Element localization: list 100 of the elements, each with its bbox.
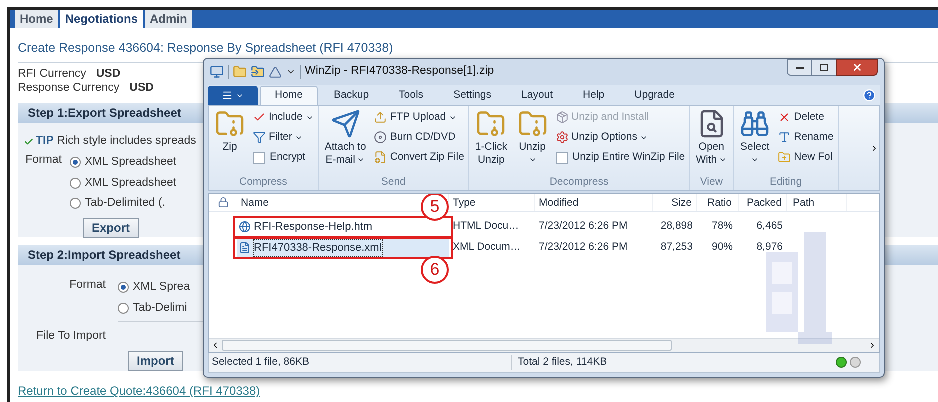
ribbon-tab[interactable]: Layout — [508, 86, 568, 105]
field-label: Response Currency — [18, 81, 120, 95]
table-cell-text: 7/23/2012 6:26 PM — [538, 219, 629, 234]
file-name-cell[interactable]: RFI-Response-Help.htm — [237, 218, 449, 236]
close-button[interactable] — [836, 59, 878, 76]
radio-button[interactable] — [70, 198, 81, 209]
ribbon-button[interactable]: Delete — [778, 109, 834, 126]
ribbon-button[interactable]: New Fol — [778, 149, 834, 166]
column-header[interactable]: Size — [672, 197, 692, 209]
ribbon-tab[interactable]: Tools — [385, 86, 438, 105]
group-label: View — [699, 175, 724, 190]
status-light-icon — [836, 357, 847, 368]
scroll-thumb[interactable] — [222, 340, 672, 351]
group-label: Send — [380, 175, 407, 190]
ribbon-button[interactable]: Convert Zip File — [374, 149, 464, 166]
annotation-number: 5 — [421, 194, 449, 221]
field-label: Format — [68, 278, 107, 293]
table-cell-text: 6,465 — [756, 219, 784, 234]
app-menu-button[interactable] — [208, 86, 258, 105]
radio-label: XML Spreadsheet — [85, 176, 177, 190]
field-label: RFI Currency — [18, 67, 86, 81]
delete-icon — [778, 111, 792, 124]
monitor-icon[interactable] — [210, 65, 224, 79]
document-icon — [239, 242, 251, 254]
radio-label: XML Sprea — [133, 280, 190, 295]
ribbon-button[interactable]: Unzip Options — [556, 129, 686, 146]
return-link[interactable]: Return to Create Quote:436604 (RFI 470338) — [18, 384, 260, 398]
column-header[interactable]: Path — [793, 197, 815, 209]
radio-button[interactable] — [70, 157, 81, 168]
nav-tab[interactable]: Admin — [145, 10, 192, 28]
window-title: WinZip - RFI470338-Response[1].zip — [305, 64, 494, 80]
maximize-button[interactable] — [812, 59, 836, 76]
globe-icon — [239, 221, 251, 233]
column-header[interactable]: Ratio — [707, 197, 732, 209]
nav-tab[interactable]: Home — [15, 10, 58, 28]
checkbox-label: Unzip Entire WinZip File — [572, 150, 686, 165]
ribbon-button[interactable]: Include — [253, 109, 314, 126]
checkbox[interactable] — [253, 152, 265, 164]
annotation-number: 6 — [421, 256, 449, 284]
disc-icon — [374, 131, 388, 144]
scroll-left-icon[interactable] — [211, 341, 220, 350]
ribbon-button[interactable]: Filter — [253, 129, 314, 146]
nav-tab[interactable]: Negotiations — [60, 10, 144, 28]
export-button[interactable]: Export — [83, 218, 140, 238]
horizontal-scrollbar[interactable] — [209, 338, 879, 352]
status-text: Total 2 files, 114KB — [517, 354, 608, 370]
group-label: Compress — [238, 175, 288, 190]
minimize-button[interactable] — [787, 59, 812, 76]
triangle-icon[interactable] — [269, 66, 282, 78]
ribbon-button[interactable]: Burn CD/DVD — [374, 129, 464, 146]
field-label: Format — [24, 153, 63, 168]
page-title: Create Response 436604: Response By Spreadsheet (RFI 470338) — [18, 41, 394, 55]
column-header[interactable]: Packed — [746, 197, 782, 209]
folder-plus-icon — [778, 151, 792, 164]
paper-plane-icon — [330, 109, 361, 139]
import-button[interactable]: Import — [128, 350, 184, 371]
ribbon-tab[interactable]: Help — [569, 86, 619, 105]
radio-label: Tab-Delimi — [133, 301, 188, 316]
ribbon-button[interactable]: Rename — [778, 129, 834, 146]
help-icon[interactable] — [863, 89, 876, 102]
status-text: Selected 1 file, 86KB — [209, 354, 512, 370]
tip-text: TIP Rich style includes spreads — [36, 134, 196, 149]
table-cell-text: 28,898 — [660, 219, 694, 234]
checkbox-label: Encrypt — [270, 150, 306, 165]
folder-archive-icon — [215, 109, 245, 139]
file-gear-icon — [374, 151, 388, 164]
file-name-cell[interactable]: RFI470338-Response.xml — [237, 239, 449, 257]
scroll-right-icon[interactable] — [870, 144, 879, 152]
field-label: File To Import — [36, 328, 107, 344]
upload-icon — [374, 111, 388, 124]
column-header[interactable]: Type — [453, 197, 476, 209]
ribbon-tab[interactable]: Settings — [440, 86, 506, 105]
radio-button[interactable] — [70, 178, 81, 189]
radio-button[interactable] — [118, 282, 129, 294]
ribbon-tab[interactable]: Home — [260, 86, 318, 105]
check-icon — [24, 136, 34, 147]
folder-arrow-icon[interactable] — [251, 65, 265, 79]
column-header[interactable]: Modified — [539, 197, 579, 209]
scroll-right-icon[interactable] — [868, 341, 877, 350]
field-value: USD — [130, 81, 154, 95]
group-label: Editing — [768, 175, 804, 190]
radio-button[interactable] — [118, 303, 129, 314]
status-light-icon — [850, 357, 861, 368]
column-header[interactable]: Name — [241, 197, 270, 209]
folder-archive-icon — [476, 109, 506, 139]
table-cell-text: 78% — [710, 219, 734, 234]
close-icon — [852, 62, 862, 73]
lock-icon — [218, 197, 228, 208]
ribbon-button[interactable]: FTP Upload — [374, 109, 464, 126]
text-icon — [778, 131, 792, 144]
ribbon-tab[interactable]: Backup — [320, 86, 384, 105]
folder-archive-icon — [518, 109, 548, 139]
gear-icon — [556, 131, 569, 144]
filter-icon — [253, 131, 266, 144]
table-cell-text: HTML Docu… — [452, 219, 520, 234]
group-label: Decompress — [548, 175, 610, 190]
radio-label: Tab-Delimited (. — [85, 196, 166, 211]
ribbon-tab[interactable]: Upgrade — [620, 86, 689, 105]
checkbox[interactable] — [556, 152, 568, 164]
field-value: USD — [96, 67, 121, 81]
